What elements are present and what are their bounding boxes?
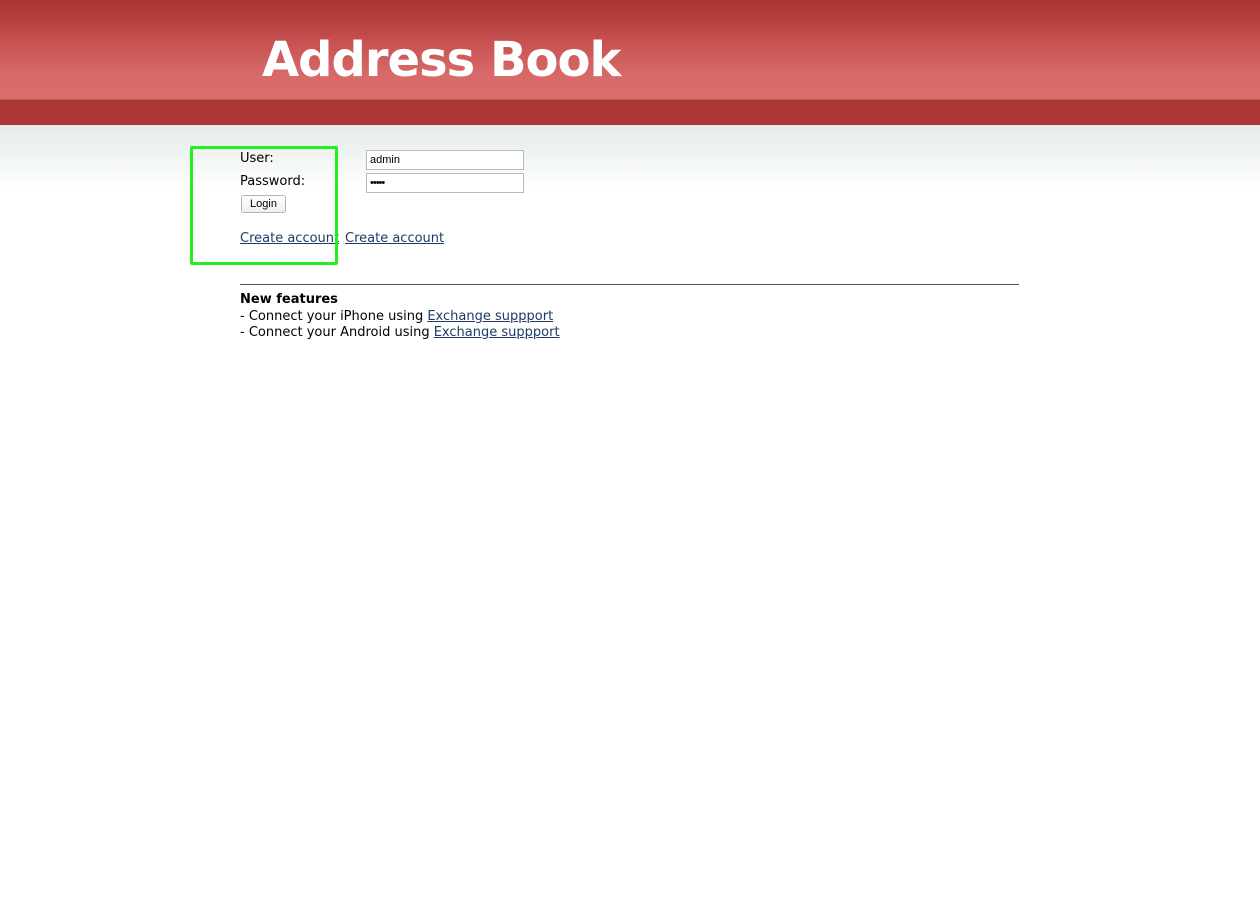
- new-features-section: New features - Connect your iPhone using…: [240, 292, 560, 342]
- feature-item-iphone: - Connect your iPhone using Exchange sup…: [240, 309, 560, 326]
- user-field[interactable]: [366, 150, 524, 170]
- header-fade-band: [0, 125, 1260, 187]
- page-title: Address Book: [262, 32, 621, 88]
- divider: [240, 284, 1019, 285]
- highlight-box: [190, 146, 338, 265]
- password-field[interactable]: [366, 173, 524, 193]
- feature-text: - Connect your Android using: [240, 325, 434, 340]
- header-banner: Address Book: [0, 0, 1260, 125]
- exchange-support-link-iphone[interactable]: Exchange suppport: [427, 309, 553, 324]
- feature-item-android: - Connect your Android using Exchange su…: [240, 325, 560, 342]
- new-features-heading: New features: [240, 292, 338, 307]
- feature-text: - Connect your iPhone using: [240, 308, 428, 324]
- create-account-link-secondary[interactable]: Create account: [345, 231, 444, 247]
- exchange-support-link-android[interactable]: Exchange suppport: [434, 325, 560, 340]
